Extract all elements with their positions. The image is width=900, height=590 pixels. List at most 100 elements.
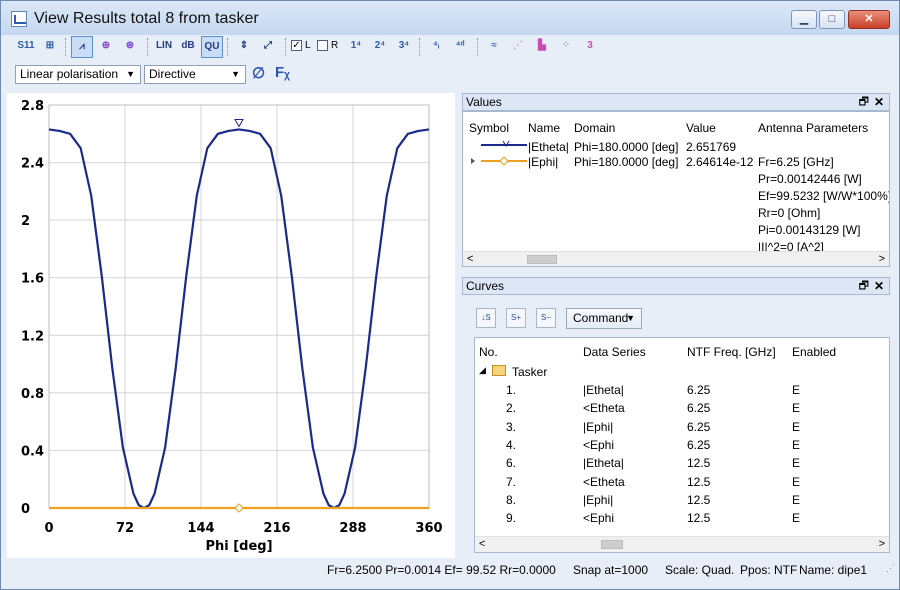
scroll-thumb[interactable] bbox=[601, 540, 623, 549]
lin-scale-icon[interactable]: LIN bbox=[153, 36, 175, 58]
close-button[interactable]: ✕ bbox=[848, 10, 890, 29]
dotted-wave-icon[interactable]: ⋰ bbox=[507, 36, 529, 58]
values-panel-header[interactable]: Values 🗗 ✕ bbox=[462, 93, 890, 111]
dots-icon[interactable]: ⁘ bbox=[555, 36, 577, 58]
x-axis-label: Phi [deg] bbox=[205, 539, 272, 554]
toolbar-separator bbox=[477, 38, 479, 56]
maximize-button[interactable]: □ bbox=[819, 10, 845, 29]
db-scale-icon[interactable]: dB bbox=[177, 36, 199, 58]
values-panel: Symbol Name Domain Value Antenna Paramet… bbox=[462, 111, 890, 267]
table-row[interactable]: 7. <Etheta 12.5 E bbox=[475, 475, 889, 492]
mode-select[interactable]: Directive ▼ bbox=[144, 65, 246, 84]
y-tick-label: 2.4 bbox=[21, 157, 44, 172]
title-bar[interactable]: View Results total 8 from tasker ▁ □ ✕ bbox=[1, 1, 899, 35]
x-tick-label: 144 bbox=[187, 521, 214, 536]
remove-curve-icon[interactable]: S− bbox=[536, 308, 556, 328]
polar-plot-icon[interactable]: ⩘ bbox=[71, 36, 93, 58]
curve-row-number: 8. bbox=[506, 492, 517, 507]
s11-icon[interactable]: S11 bbox=[15, 36, 37, 58]
app-chart-icon bbox=[11, 11, 27, 27]
close-icon[interactable]: ✕ bbox=[874, 94, 884, 110]
table-row[interactable]: 6. |Etheta| 12.5 E bbox=[475, 456, 889, 473]
scroll-right-icon[interactable]: > bbox=[879, 252, 885, 266]
y-tick-label: 1.2 bbox=[21, 329, 44, 344]
toolbar-separator bbox=[147, 38, 149, 56]
snap-marker-icon[interactable]: ⇕ bbox=[233, 36, 255, 58]
curves-panel-header[interactable]: Curves 🗗 ✕ bbox=[462, 277, 890, 295]
function-icon[interactable]: Fᵪ bbox=[275, 64, 290, 81]
curve-row-series: <Etheta bbox=[583, 401, 625, 416]
plot-area[interactable]: 0 72 144 216 288 360 0 0.4 0.8 1.2 1.6 2 2.4 2.8 Phi [… bbox=[7, 93, 455, 558]
scroll-thumb[interactable] bbox=[527, 255, 557, 264]
curve-row-freq: 6.25 bbox=[687, 401, 711, 416]
polarisation-select[interactable]: Linear polarisation ▼ bbox=[15, 65, 141, 84]
curves-horizontal-scrollbar[interactable]: < > bbox=[475, 536, 889, 552]
smith-chart-icon[interactable]: ⊕ bbox=[95, 36, 117, 58]
curves-col-enabled: Enabled bbox=[792, 345, 837, 359]
curve-row-enabled: E bbox=[792, 401, 801, 416]
table-row[interactable]: 2. <Etheta 6.25 E bbox=[475, 401, 889, 418]
curve-row-number: 6. bbox=[506, 456, 517, 471]
values-col-name: Name bbox=[528, 121, 561, 135]
curve-row-series: |Etheta| bbox=[583, 456, 624, 471]
values-row-name: |Etheta| bbox=[528, 140, 569, 154]
close-icon[interactable]: ✕ bbox=[874, 278, 884, 294]
phi1-icon[interactable]: 1⁴ bbox=[345, 36, 367, 58]
scroll-left-icon[interactable]: < bbox=[467, 252, 473, 266]
y-tick-label: 1.6 bbox=[21, 272, 44, 287]
table-row[interactable]: 1. |Etheta| 6.25 E bbox=[475, 383, 889, 400]
minimize-button[interactable]: ▁ bbox=[791, 10, 817, 29]
pen-icon[interactable]: ∅ bbox=[252, 64, 265, 82]
scroll-right-icon[interactable]: > bbox=[879, 537, 885, 552]
wave-icon[interactable]: ≈ bbox=[483, 36, 505, 58]
status-scale: Scale: Quad. bbox=[665, 563, 735, 577]
curve-row-number: 1. bbox=[506, 383, 517, 397]
mode-value: Directive bbox=[149, 67, 196, 81]
antenna-param: Rr=0 [Ohm] bbox=[758, 206, 821, 220]
cursor-marker-etheta bbox=[234, 118, 244, 128]
ephi-marker-icon bbox=[499, 156, 509, 166]
left-checkbox-label: L bbox=[305, 40, 311, 51]
curve-row-freq: 6.25 bbox=[687, 419, 711, 434]
antenna-param: Pi=0.00143129 [W] bbox=[758, 223, 861, 237]
curve-row-number: 3. bbox=[506, 419, 517, 434]
three-d-icon[interactable]: 3 bbox=[579, 36, 601, 58]
resize-grip-icon[interactable]: ⋰ bbox=[886, 563, 895, 574]
curves-col-freq: NTF Freq. [GHz] bbox=[687, 345, 776, 359]
polarisation-value: Linear polarisation bbox=[20, 67, 119, 81]
pin-icon[interactable]: 🗗 bbox=[859, 94, 869, 110]
multi-smith-icon[interactable]: ⊛ bbox=[119, 36, 141, 58]
table-row[interactable]: 4. <Ephi 6.25 E bbox=[475, 438, 889, 455]
pin-icon[interactable]: 🗗 bbox=[859, 278, 869, 294]
command-button[interactable]: Command ▼ bbox=[566, 308, 642, 329]
curve-row-enabled: E bbox=[792, 492, 801, 507]
expand-arrow-icon[interactable] bbox=[471, 158, 475, 164]
table-row[interactable]: 8. |Ephi| 12.5 E bbox=[475, 493, 889, 510]
sort-curves-icon[interactable]: ↓S bbox=[476, 308, 496, 328]
curves-panel: No. Data Series NTF Freq. [GHz] Enabled … bbox=[474, 337, 890, 553]
phi3-icon[interactable]: 3⁴ bbox=[393, 36, 415, 58]
bar-icon[interactable]: ▙ bbox=[531, 36, 553, 58]
chevron-down-icon: ▼ bbox=[231, 69, 240, 79]
theta-icon[interactable]: ⁴ᵢ bbox=[425, 36, 447, 58]
phi2-icon[interactable]: 2⁴ bbox=[369, 36, 391, 58]
minimize-icon: ▁ bbox=[799, 13, 809, 25]
grid-icon[interactable]: ⊞ bbox=[39, 36, 61, 58]
quad-scale-icon[interactable]: QU bbox=[201, 36, 223, 58]
x-tick-label: 0 bbox=[44, 521, 53, 536]
phi-def-icon[interactable]: ⁴ᵈ bbox=[449, 36, 471, 58]
table-row[interactable]: 9. <Ephi 12.5 E bbox=[475, 511, 889, 528]
expand-arrow-icon[interactable]: ◢ bbox=[479, 365, 486, 376]
scroll-left-icon[interactable]: < bbox=[479, 537, 485, 552]
zoom-fit-icon[interactable]: ⤢ bbox=[257, 36, 279, 58]
values-horizontal-scrollbar[interactable]: < > bbox=[463, 251, 889, 266]
add-curve-icon[interactable]: S+ bbox=[506, 308, 526, 328]
line-chart[interactable]: 0 72 144 216 288 360 0 0.4 0.8 1.2 1.6 2 2.4 2.8 Phi [… bbox=[7, 93, 455, 558]
curve-row-freq: 12.5 bbox=[687, 474, 711, 489]
curves-panel-title: Curves bbox=[466, 279, 505, 293]
chevron-down-icon: ▼ bbox=[126, 69, 135, 79]
right-checkbox[interactable] bbox=[317, 40, 328, 51]
curve-row-series: <Ephi bbox=[583, 511, 615, 526]
left-checkbox[interactable]: ✓ bbox=[291, 40, 302, 51]
table-row[interactable]: 3. |Ephi| 6.25 E bbox=[475, 420, 889, 437]
